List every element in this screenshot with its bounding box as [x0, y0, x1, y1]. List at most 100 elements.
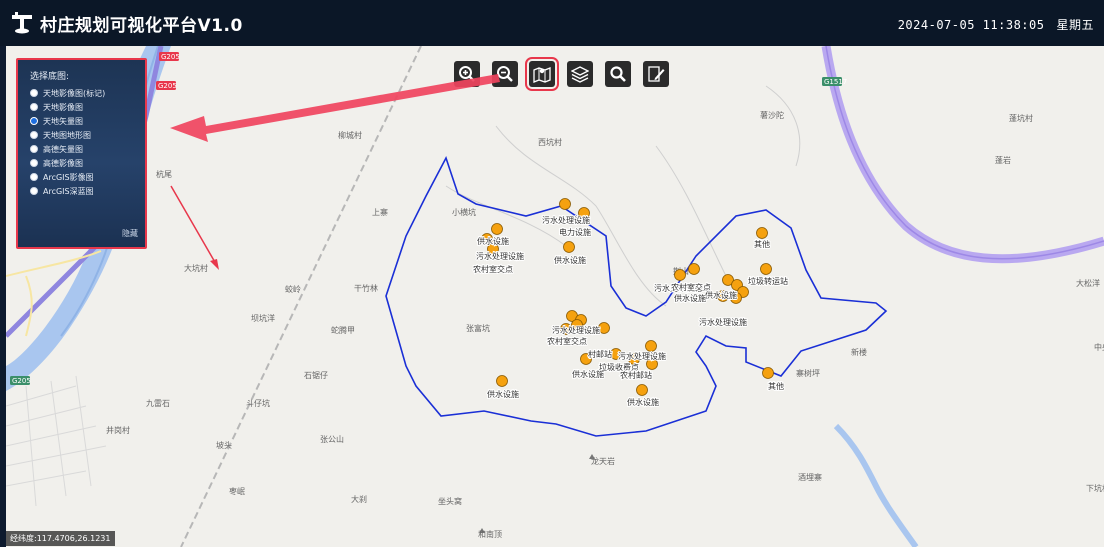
place-name: 坡头: [216, 440, 232, 450]
basemap-option[interactable]: ArcGIS深蓝图: [30, 184, 105, 198]
poi-marker[interactable]: [563, 241, 575, 253]
basemap-panel-title: 选择底图:: [30, 72, 70, 82]
place-name: 大坑村: [184, 263, 208, 273]
radio-button[interactable]: [30, 103, 38, 111]
datetime-text: 2024-07-05 11:38:05: [897, 18, 1045, 32]
poi-marker[interactable]: [491, 223, 503, 235]
place-name: 西坑村: [538, 137, 562, 147]
zoom-in-button[interactable]: [454, 61, 480, 87]
place-name: 井岗村: [106, 425, 130, 435]
map-canvas[interactable]: 杭尾 柳城村 西坑村 上寨 小横坑 薯沙陀 蓬坑村 蓬岩 大坑村 干竹林 蛟岭 坝坑洋 蛇腾甲 张富坑 石锯…: [6, 46, 1104, 547]
poi-marker[interactable]: [598, 322, 610, 334]
place-name: 斗仔坑: [246, 398, 270, 408]
stream: [833, 423, 919, 547]
basemap-option-label: 天地影像图: [43, 102, 83, 112]
search-icon: [610, 66, 626, 82]
road-shield-label: G205: [161, 53, 180, 61]
place-name: 上寨: [372, 207, 388, 217]
poi-label: 其他: [754, 239, 770, 249]
poi-marker[interactable]: [688, 263, 700, 275]
weekday-text: 星期五: [1056, 18, 1094, 32]
road-shield-label: G205: [12, 377, 31, 385]
poi-label: 污水处理设施: [699, 317, 747, 327]
place-name: 新楼: [851, 347, 867, 357]
basemap-option-label: ArcGIS影像图: [43, 172, 94, 182]
place-name: 九雷石: [146, 399, 170, 408]
basemap-options: 天地影像图(标记) 天地影像图天地矢量图天地图地形图 高德矢量图高德影像图 ArcGI…: [30, 86, 105, 198]
poi-label: 农村室交点: [473, 264, 513, 274]
poi-label: 供水设施: [705, 290, 737, 300]
place-name: 蛇腾甲: [331, 325, 355, 335]
basemap-option-label: 天地图地形图: [43, 130, 91, 140]
minor-road: [25, 275, 33, 337]
place-name: 坐头窝: [438, 496, 462, 506]
basemap-panel-footer: 隐藏: [122, 229, 138, 238]
basemap-panel: 选择底图: 天地影像图(标记) 天地影像图天地矢量图天地图地形图 高德矢量图高德影像…: [16, 58, 147, 249]
basemap-option-label: 天地矢量图: [43, 116, 83, 126]
railway: [180, 46, 422, 547]
edit-icon: [648, 66, 665, 82]
layers-button[interactable]: [567, 61, 593, 87]
basemap-option-label: 天地影像图(标记): [43, 88, 106, 98]
basemap-option-label: 高德矢量图: [43, 144, 83, 154]
coordinate-readout: 经纬度:117.4706,26.1231: [6, 531, 115, 546]
edit-button[interactable]: [643, 61, 669, 87]
place-name: 寨树坪: [796, 368, 820, 378]
place-name: 酒埋寨: [798, 472, 822, 482]
highway-center: [825, 46, 1104, 260]
place-name: 薯沙陀: [760, 110, 784, 120]
place-name: 柳城村: [338, 130, 362, 140]
place-name: 蓬岩: [995, 155, 1011, 165]
poi-label: 污水处理设施: [542, 215, 590, 225]
basemap-option[interactable]: 高德影像图: [30, 156, 105, 170]
zoom-out-icon: [497, 66, 513, 82]
poi-label: 农村室交点: [547, 336, 587, 346]
village-boundary: [385, 155, 888, 437]
app-title: 村庄规划可视化平台V1.0: [40, 16, 243, 36]
basemap-option[interactable]: 天地矢量图: [30, 114, 105, 128]
basemap-button[interactable]: [525, 57, 559, 91]
place-name: 中央: [1094, 342, 1104, 352]
basemap-option[interactable]: 天地影像图(标记): [30, 86, 105, 100]
search-button[interactable]: [605, 61, 631, 87]
map-icon: [533, 67, 551, 83]
poi-marker[interactable]: [756, 227, 768, 239]
road-shield-label: G1517: [824, 78, 847, 86]
place-name: 石锯仔: [304, 370, 328, 380]
place-name: 小横坑: [452, 207, 476, 217]
app-logo-icon: [12, 12, 32, 34]
radio-button[interactable]: [30, 89, 38, 97]
poi-marker[interactable]: [760, 263, 772, 275]
zoom-in-icon: [459, 66, 475, 82]
poi-marker[interactable]: [674, 269, 686, 281]
poi-marker[interactable]: [762, 367, 774, 379]
place-name: 龙天岩: [591, 456, 615, 466]
basemap-option[interactable]: 高德矢量图: [30, 142, 105, 156]
poi-marker[interactable]: [496, 375, 508, 387]
zoom-out-button[interactable]: [492, 61, 518, 87]
place-name: 蛟岭: [285, 284, 301, 294]
urban-grid: [6, 375, 107, 507]
radio-button[interactable]: [30, 145, 38, 153]
poi-marker[interactable]: [636, 384, 648, 396]
radio-button[interactable]: [30, 159, 38, 167]
place-name: 大松洋: [1076, 278, 1100, 288]
basemap-option-label: 高德影像图: [43, 158, 83, 168]
radio-button[interactable]: [30, 173, 38, 181]
poi-label: 供水设施: [477, 236, 509, 246]
place-name: 枣岷: [229, 486, 245, 496]
poi-marker[interactable]: [645, 340, 657, 352]
place-name: 蓬坑村: [1009, 113, 1033, 123]
place-name: 大刹: [351, 494, 367, 504]
header-bar: 村庄规划可视化平台V1.0 2024-07-05 11:38:05 星期五: [0, 0, 1104, 46]
radio-button[interactable]: [30, 187, 38, 195]
minor-road: [655, 145, 727, 277]
basemap-option[interactable]: ArcGIS影像图: [30, 170, 105, 184]
highway: [821, 46, 1104, 264]
basemap-option[interactable]: 天地影像图: [30, 100, 105, 114]
radio-button[interactable]: [30, 117, 38, 125]
poi-label: 电力设施: [559, 227, 591, 237]
poi-marker[interactable]: [559, 198, 571, 210]
basemap-option[interactable]: 天地图地形图: [30, 128, 105, 142]
radio-button[interactable]: [30, 131, 38, 139]
